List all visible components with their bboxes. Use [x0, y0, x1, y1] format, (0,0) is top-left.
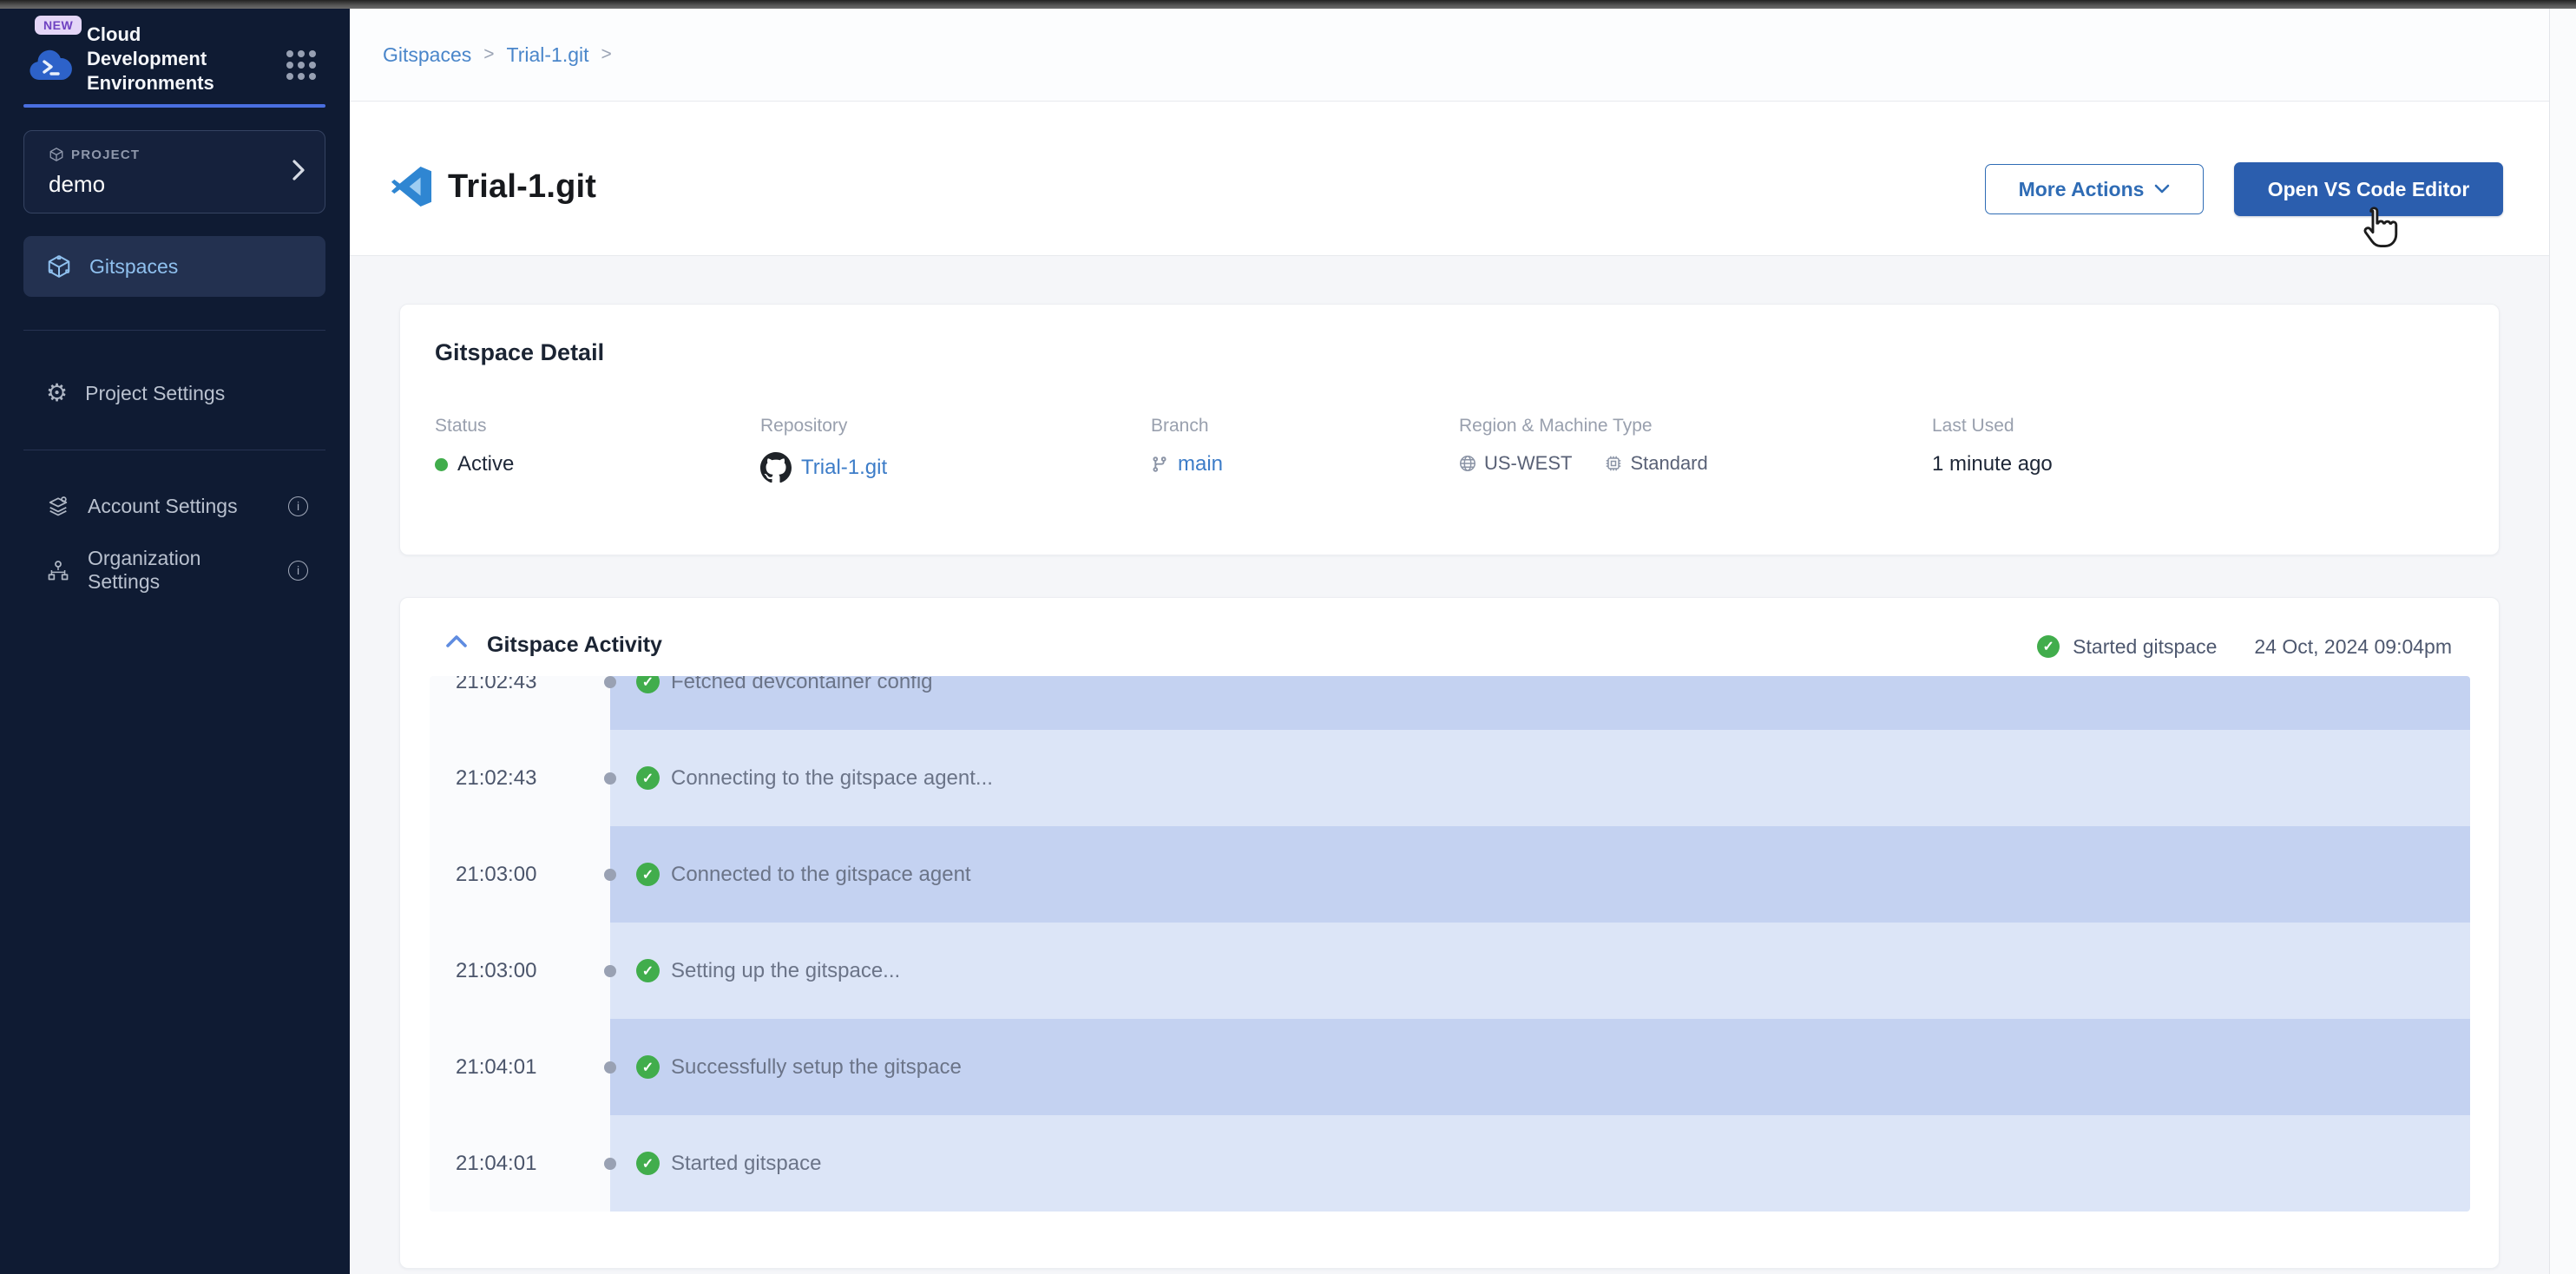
log-message: Successfully setup the gitspace: [671, 1055, 962, 1080]
breadcrumb-gitspaces-link[interactable]: Gitspaces: [383, 43, 471, 67]
sidebar-item-label: Organization Settings: [88, 547, 271, 594]
timeline-dot-icon: [604, 772, 616, 785]
sidebar-item-account-settings[interactable]: Account Settings i: [23, 476, 325, 536]
app-window: NEW Cloud Development Environments: [0, 0, 2576, 1274]
detail-repository-field: Repository Trial-1.git: [760, 416, 887, 483]
log-timestamp: 21:02:43: [430, 676, 610, 730]
gitspace-activity-card: Gitspace Activity ✓ Started gitspace 24 …: [399, 597, 2500, 1269]
sidebar-item-gitspaces[interactable]: Gitspaces: [23, 236, 325, 297]
detail-last-used-field: Last Used 1 minute ago: [1932, 416, 2053, 476]
log-row: 21:02:43 ✓ Fetched devcontainer config: [430, 676, 2470, 730]
more-actions-button[interactable]: More Actions: [1985, 164, 2204, 214]
breadcrumb-separator: >: [601, 44, 612, 65]
project-cube-icon: [49, 147, 64, 162]
log-row: 21:03:00 ✓ Connected to the gitspace age…: [430, 826, 2470, 923]
repository-link[interactable]: Trial-1.git: [801, 456, 887, 480]
breadcrumb-current-link[interactable]: Trial-1.git: [507, 43, 589, 67]
status-value: Active: [457, 452, 514, 476]
main-area: Gitspaces > Trial-1.git > Trial-1.git Mo…: [350, 9, 2549, 1274]
success-check-icon: ✓: [2037, 635, 2060, 658]
chevron-right-icon: [292, 159, 306, 181]
gitspace-detail-card: Gitspace Detail Status Active Repository: [399, 304, 2500, 555]
info-icon[interactable]: i: [288, 496, 308, 516]
detail-branch-field: Branch main: [1151, 416, 1223, 476]
sidebar: NEW Cloud Development Environments: [0, 9, 350, 1274]
project-selector[interactable]: PROJECT demo: [23, 130, 325, 213]
log-timestamp: 21:04:01: [430, 1019, 610, 1115]
machine-type-chip-icon: [1605, 455, 1622, 472]
sidebar-divider: [23, 330, 325, 331]
success-check-icon: ✓: [636, 959, 660, 982]
chevron-down-icon: [2154, 184, 2170, 194]
window-scrollbar-gutter[interactable]: [2549, 9, 2576, 1274]
log-row: 21:04:01 ✓ Started gitspace: [430, 1115, 2470, 1212]
machine-type-value: Standard: [1630, 452, 1707, 475]
log-timestamp: 21:03:00: [430, 923, 610, 1019]
log-message: Connected to the gitspace agent: [671, 863, 971, 887]
log-message: Connecting to the gitspace agent...: [671, 766, 993, 791]
gitspaces-cube-icon: [46, 253, 72, 279]
gear-icon: ⚙: [46, 381, 68, 405]
window-top-strip: [0, 0, 2576, 9]
timeline-dot-icon: [604, 869, 616, 881]
sidebar-item-label: Gitspaces: [89, 255, 178, 279]
timeline-dot-icon: [604, 1158, 616, 1170]
new-badge: NEW: [35, 16, 82, 35]
breadcrumb-separator: >: [483, 44, 494, 65]
detail-status-field: Status Active: [435, 416, 514, 476]
log-timestamp: 21:04:01: [430, 1115, 610, 1212]
organization-settings-icon: [46, 558, 70, 582]
success-check-icon: ✓: [636, 863, 660, 886]
open-vscode-editor-button[interactable]: Open VS Code Editor: [2234, 162, 2503, 216]
activity-log-list: 21:02:43 ✓ Fetched devcontainer config 2…: [430, 676, 2470, 1212]
page-header: Trial-1.git More Actions Open VS Code Ed…: [350, 102, 2549, 256]
sidebar-item-label: Project Settings: [85, 382, 225, 405]
account-settings-icon: [46, 494, 70, 518]
log-timestamp: 21:03:00: [430, 826, 610, 923]
product-title: Cloud Development Environments: [87, 23, 260, 95]
latest-event-text: Started gitspace: [2073, 635, 2217, 659]
sidebar-accent-underline: [23, 104, 325, 108]
success-check-icon: ✓: [636, 1055, 660, 1079]
detail-region-field: Region & Machine Type US-WEST: [1459, 416, 1708, 475]
app-grid-icon[interactable]: [286, 50, 319, 83]
log-timestamp: 21:02:43: [430, 730, 610, 826]
log-row: 21:03:00 ✓ Setting up the gitspace...: [430, 923, 2470, 1019]
activity-log-viewport[interactable]: 21:02:43 ✓ Fetched devcontainer config 2…: [430, 676, 2470, 1212]
breadcrumb: Gitspaces > Trial-1.git >: [350, 9, 2549, 102]
page-title: Trial-1.git: [448, 168, 596, 206]
log-message: Started gitspace: [671, 1152, 821, 1176]
sidebar-header: NEW Cloud Development Environments: [0, 9, 350, 121]
sidebar-item-project-settings[interactable]: ⚙ Project Settings: [23, 363, 325, 424]
region-value: US-WEST: [1484, 452, 1572, 475]
latest-event-timestamp: 24 Oct, 2024 09:04pm: [2254, 635, 2452, 659]
project-name: demo: [49, 171, 105, 198]
log-row: 21:04:01 ✓ Successfully setup the gitspa…: [430, 1019, 2470, 1115]
branch-link[interactable]: main: [1178, 452, 1223, 476]
log-message: Fetched devcontainer config: [671, 676, 933, 694]
info-icon[interactable]: i: [288, 561, 308, 581]
sidebar-item-label: Account Settings: [88, 495, 238, 518]
status-active-dot-icon: [435, 458, 448, 471]
activity-heading: Gitspace Activity: [487, 633, 662, 658]
github-icon: [760, 452, 792, 483]
success-check-icon: ✓: [636, 1152, 660, 1175]
page-content: Gitspace Detail Status Active Repository: [350, 256, 2549, 1274]
project-label: PROJECT: [71, 148, 140, 162]
sidebar-item-organization-settings[interactable]: Organization Settings i: [23, 540, 325, 601]
success-check-icon: ✓: [636, 766, 660, 790]
detail-heading: Gitspace Detail: [435, 339, 604, 366]
log-message: Setting up the gitspace...: [671, 959, 900, 983]
chevron-up-collapse-icon[interactable]: [445, 634, 468, 648]
vscode-icon: [391, 166, 432, 207]
last-used-value: 1 minute ago: [1932, 452, 2053, 476]
cloud-dev-environments-logo-icon: [28, 47, 73, 82]
success-check-icon: ✓: [636, 676, 660, 693]
timeline-dot-icon: [604, 676, 616, 688]
log-row: 21:02:43 ✓ Connecting to the gitspace ag…: [430, 730, 2470, 826]
timeline-dot-icon: [604, 1061, 616, 1074]
globe-icon: [1459, 455, 1476, 472]
git-branch-icon: [1151, 456, 1168, 473]
timeline-dot-icon: [604, 965, 616, 977]
